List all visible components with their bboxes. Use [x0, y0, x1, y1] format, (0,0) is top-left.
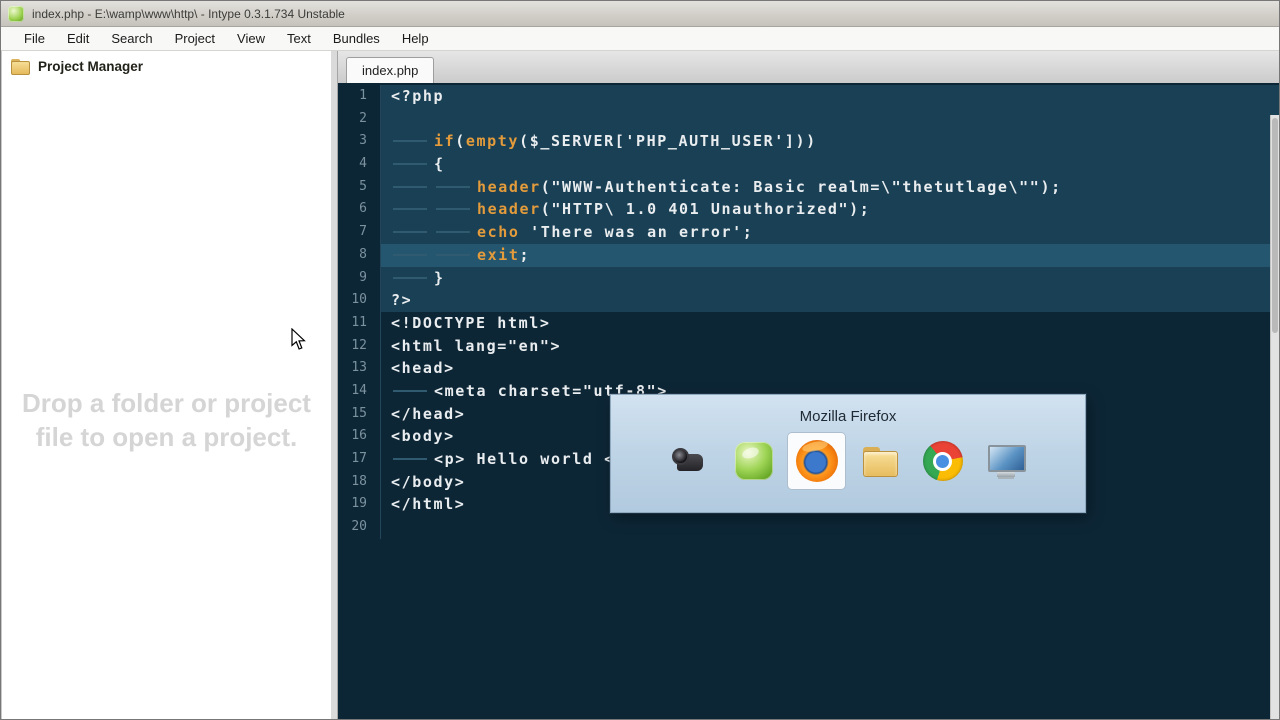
camcorder-icon [670, 441, 712, 481]
tab-label: index.php [362, 63, 419, 78]
tab-strip: index.php [338, 51, 1279, 84]
folder-icon [860, 443, 900, 479]
line-number: 11 [338, 311, 381, 335]
intype-icon [734, 442, 773, 480]
code-line-13[interactable]: 13 <head> [338, 357, 1279, 380]
code-line-7[interactable]: 7 echo 'There was an error'; [338, 221, 1279, 244]
indent-guide [434, 198, 477, 221]
alttab-icons [611, 433, 1085, 489]
alttab-overlay: Mozilla Firefox [610, 394, 1086, 513]
menu-item-view[interactable]: View [226, 27, 276, 50]
line-number: 3 [338, 130, 381, 154]
menu-item-text[interactable]: Text [276, 27, 322, 50]
alttab-item[interactable] [851, 433, 908, 489]
line-number: 19 [338, 493, 381, 517]
project-manager-panel: Project Manager Drop a folder or project… [1, 51, 331, 719]
indent-guide [391, 130, 434, 153]
folder-icon [11, 58, 30, 75]
tab-index-php[interactable]: index.php [346, 57, 435, 84]
line-number: 18 [338, 470, 381, 494]
menu-item-project[interactable]: Project [164, 27, 226, 50]
app-window: index.php - E:\wamp\www\http\ - Intype 0… [0, 0, 1280, 720]
indent-guide [391, 198, 434, 221]
code-line-12[interactable]: 12 <html lang="en"> [338, 334, 1279, 358]
chrome-icon-center [933, 451, 952, 471]
line-number: 2 [338, 107, 381, 131]
line-number: 9 [338, 266, 381, 290]
title-bar: index.php - E:\wamp\www\http\ - Intype 0… [1, 1, 1279, 27]
alttab-item[interactable] [662, 433, 719, 489]
code-line-8[interactable]: 8 exit; [338, 243, 1279, 267]
panel-splitter[interactable] [331, 51, 338, 719]
line-number: 6 [338, 198, 381, 222]
menu-bar: File Edit Search Project View Text Bundles Help [1, 27, 1279, 51]
drop-project-hint: Drop a folder or project file to open a … [22, 388, 311, 452]
indent-guide [391, 243, 434, 266]
code-line-3[interactable]: 3 if(empty($_SERVER['PHP_AUTH_USER'])) [338, 130, 1279, 154]
indent-guide [391, 266, 434, 289]
code-line-5[interactable]: 5 header("WWW-Authenticate: Basic realm=\… [338, 175, 1279, 199]
alttab-selected-item[interactable] [788, 433, 845, 489]
editor-area: index.php 1 <?php 2 3 if(empty($_SERVER['PHP… [338, 51, 1279, 719]
line-number: 16 [338, 425, 381, 448]
app-icon [8, 5, 24, 22]
window-title: index.php - E:\wamp\www\http\ - Intype 0… [32, 6, 345, 21]
menu-item-search[interactable]: Search [100, 27, 163, 50]
code-line-2[interactable]: 2 [338, 107, 1279, 131]
project-manager-header[interactable]: Project Manager [2, 51, 331, 81]
menu-item-edit[interactable]: Edit [56, 27, 100, 50]
line-number: 4 [338, 153, 381, 176]
indent-guide [391, 379, 434, 402]
line-number: 17 [338, 448, 381, 471]
chrome-icon [922, 441, 963, 481]
mouse-cursor [291, 327, 311, 356]
alttab-title: Mozilla Firefox [799, 408, 897, 425]
menu-item-bundles[interactable]: Bundles [322, 27, 391, 50]
code-line-11[interactable]: 11 <!DOCTYPE html> [338, 311, 1279, 335]
line-number: 15 [338, 402, 381, 426]
line-number: 5 [338, 175, 381, 199]
editor-scrollbar[interactable] [1270, 115, 1279, 719]
line-number: 1 [338, 85, 381, 108]
indent-guide [391, 153, 434, 176]
code-line-6[interactable]: 6 header("HTTP\ 1.0 401 Unauthorized"); [338, 198, 1279, 222]
alttab-item[interactable] [725, 433, 782, 489]
indent-guide [434, 175, 477, 198]
alttab-item[interactable] [914, 433, 971, 489]
code-line-9[interactable]: 9} [338, 266, 1279, 290]
code-line-20[interactable]: 20 [338, 516, 1279, 539]
indent-guide [434, 243, 477, 266]
indent-guide [434, 221, 477, 244]
firefox-icon [795, 440, 838, 482]
indent-guide [391, 221, 434, 244]
code-line-1[interactable]: 1 <?php [338, 85, 1279, 108]
line-number: 14 [338, 379, 381, 403]
line-number: 13 [338, 357, 381, 380]
line-number: 12 [338, 334, 381, 358]
indent-guide [391, 175, 434, 198]
alttab-item[interactable] [977, 433, 1034, 489]
code-line-4[interactable]: 4{ [338, 153, 1279, 176]
indent-guide [391, 448, 434, 470]
line-number: 8 [338, 243, 381, 267]
line-number: 20 [338, 516, 381, 539]
menu-item-file[interactable]: File [13, 27, 56, 50]
project-manager-label: Project Manager [38, 58, 144, 74]
menu-item-help[interactable]: Help [391, 27, 440, 50]
desktop-icon [985, 441, 1027, 481]
line-number: 10 [338, 289, 381, 312]
code-line-10[interactable]: 10 ?> [338, 289, 1279, 312]
line-number: 7 [338, 221, 381, 244]
scrollbar-thumb[interactable] [1272, 118, 1278, 333]
